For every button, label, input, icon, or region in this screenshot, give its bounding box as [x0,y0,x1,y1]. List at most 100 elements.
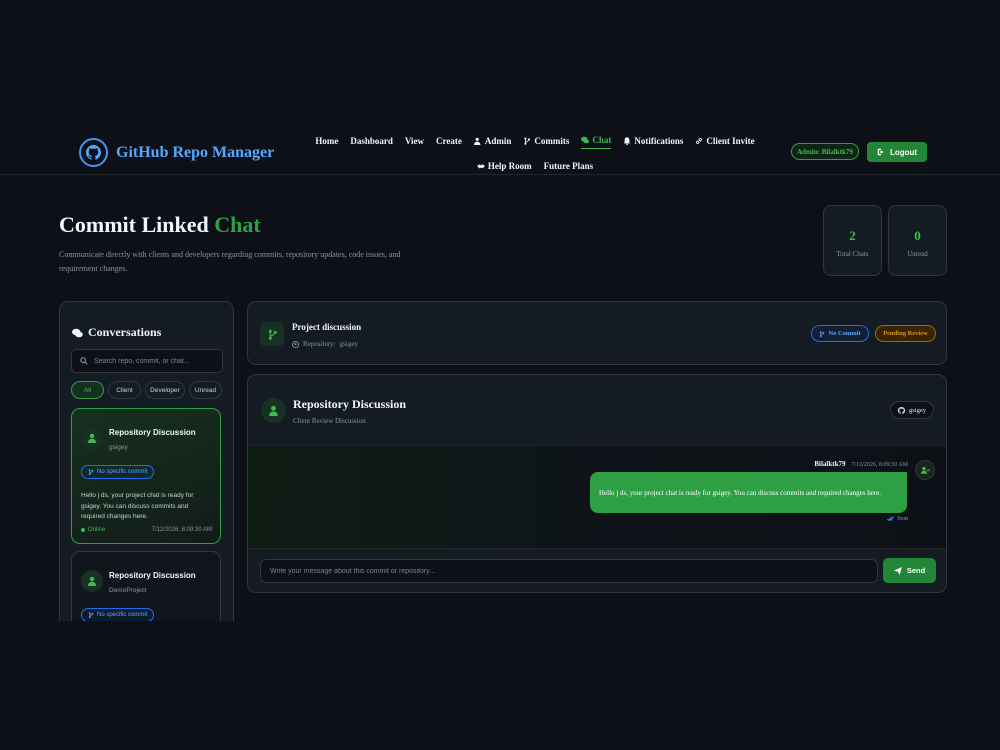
nav-view-label: View [404,135,425,146]
nav-client-invite-label: Client Invite [706,135,755,146]
message-time: 7/12/2026, 8:09:30 AM [851,462,908,468]
handshake-icon [476,164,485,169]
send-label: Send [906,566,926,575]
nav-create[interactable]: Create [436,135,462,149]
commit-tag-label: No specific commit [97,469,148,475]
message-status: Sent [887,516,908,522]
page-title-main: Commit Linked [59,212,209,237]
conversation-item[interactable]: Repository Discussion gsigey No specific… [71,408,221,544]
online-dot-icon [81,528,85,532]
nav-notifications-label: Notifications [634,135,684,146]
github-icon [79,138,108,167]
nav-dashboard-label: Dashboard [350,135,393,146]
page-description: Communicate directly with clients and de… [59,250,401,273]
review-status-pill: Pending Review [875,325,936,342]
stat-unread-value: 0 [914,228,921,243]
message-bubble: Hello j ds, your project chat is ready f… [590,472,907,513]
brand[interactable]: GitHub Repo Manager [79,138,274,167]
message-input[interactable] [270,567,877,575]
user-shield-icon [473,137,481,145]
nav-chat-label: Chat [592,135,612,145]
nav-admin[interactable]: Admin [473,135,512,149]
filter-all[interactable]: All [71,381,104,399]
conversations-panel: Conversations All Client Developer Unrea… [59,301,234,621]
commit-status-label: No Commit [828,330,861,337]
conversation-repo: gsigey [109,444,128,451]
topic-repo-label: Repository: [303,340,336,348]
nav-future-plans[interactable]: Future Plans [544,161,594,174]
nav-notifications[interactable]: Notifications [623,135,683,149]
commit-tag-label: No specific commit [97,612,148,618]
nav-future-plans-label: Future Plans [543,161,594,171]
top-navbar: GitHub Repo Manager Home Dashboard View … [0,130,1000,175]
bell-icon [624,136,631,145]
search-icon [80,357,88,365]
nav-commits[interactable]: Commits [523,135,569,149]
conversation-item[interactable]: Repository Discussion DemoProject No spe… [71,551,221,621]
message-composer[interactable] [260,559,878,583]
filter-client[interactable]: Client [108,381,141,399]
online-status-label: Online [88,527,106,533]
stat-total-chats-value: 2 [849,228,856,243]
user-check-icon [915,460,935,480]
nav-commits-label: Commits [534,135,570,146]
comments-icon [72,328,83,337]
nav-home[interactable]: Home [315,135,338,149]
topic-title: Project discussion [292,322,362,332]
topic-repo-name: gsigey [339,340,358,348]
nav-home-label: Home [315,135,339,146]
commit-tag: No specific commit [81,608,155,621]
logout-button[interactable]: Logout [867,142,927,162]
code-branch-icon [524,137,531,145]
page-title: Commit Linked Chat [59,212,261,238]
user-avatar-icon [81,427,103,449]
nav-view[interactable]: View [405,135,424,149]
message-author: Bilalktk79 [814,460,846,468]
chat-window: Repository Discussion Client Review Disc… [247,374,947,593]
user-avatar-icon [81,570,103,592]
repo-chip-label: gsigey [909,406,926,414]
filter-developer[interactable]: Developer [145,381,185,399]
conversation-title: Repository Discussion [109,571,196,580]
github-icon [292,340,299,348]
code-branch-icon [260,322,284,346]
nav-admin-label: Admin [484,135,512,146]
code-branch-icon [820,330,825,337]
nav-chat[interactable]: Chat [581,135,612,149]
message-list: Bilalktk79 7/12/2026, 8:09:30 AM Hello j… [248,445,946,549]
double-check-icon [887,516,895,522]
stat-total-chats: 2 Total Chats [823,205,882,276]
comments-icon [581,136,590,144]
paper-plane-icon [893,566,902,575]
chat-subtitle: Client Review Discussion [293,417,366,425]
commit-tag: No specific commit [81,465,155,479]
sign-out-icon [877,148,884,156]
page-title-accent: Chat [214,212,261,237]
stat-unread: 0 Unread [888,205,947,276]
send-button[interactable]: Send [883,558,936,583]
topic-card: Project discussion Repository: gsigey No… [247,301,947,365]
topic-repository: Repository: gsigey [292,340,358,348]
repo-chip[interactable]: gsigey [890,401,934,419]
stat-unread-label: Unread [907,250,928,258]
conversation-preview: Hello j ds, your project chat is ready f… [81,492,194,520]
nav-help-room[interactable]: Help Room [476,161,532,174]
conversation-filters: All Client Developer Unread [71,381,222,399]
filter-unread[interactable]: Unread [189,381,222,399]
nav-dashboard[interactable]: Dashboard [350,135,393,149]
code-branch-icon [88,469,94,475]
online-status: Online [81,527,105,533]
nav-client-invite[interactable]: Client Invite [695,135,755,149]
logout-label: Logout [889,147,918,157]
conversation-time: 7/12/2026, 8:09:30 AM [151,527,212,533]
admin-badge: Admin: Bilalktk79 [791,143,859,160]
conversations-heading-label: Conversations [88,325,162,339]
user-avatar-icon [261,398,286,423]
github-icon [898,406,905,414]
search-input[interactable] [94,357,219,365]
link-icon [696,137,703,144]
stat-total-chats-label: Total Chats [836,250,869,258]
code-branch-icon [88,612,94,618]
brand-title: GitHub Repo Manager [116,143,275,161]
conversation-search[interactable] [71,349,223,373]
